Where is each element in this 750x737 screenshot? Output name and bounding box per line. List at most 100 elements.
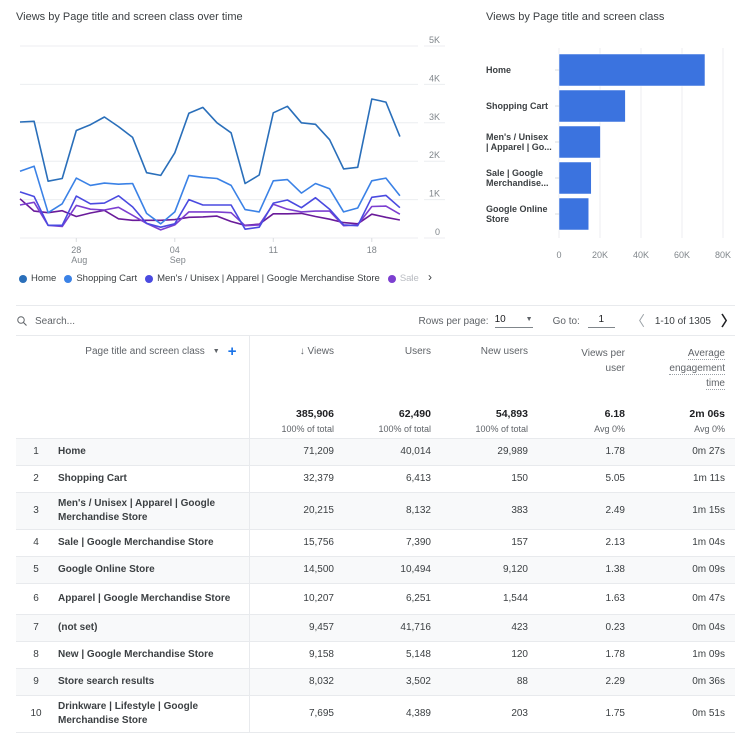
row-name[interactable]: Sale | Google Merchandise Store xyxy=(56,529,250,557)
row-index: 9 xyxy=(16,668,56,696)
legend-next-button[interactable]: › xyxy=(428,270,432,284)
total-cell: 385,906 100% of total xyxy=(249,402,344,439)
row-name[interactable]: Google Online Store xyxy=(56,556,250,584)
rows-per-page-value: 10 xyxy=(494,314,506,325)
new-users-cell: 150 xyxy=(441,465,538,493)
column-header-views[interactable]: ↓ Views xyxy=(249,336,344,402)
goto-input[interactable]: 1 xyxy=(587,314,615,328)
category-label: | Apparel | Go... xyxy=(486,142,552,152)
divider xyxy=(16,305,735,306)
x-tick-label: 80K xyxy=(715,250,731,260)
avg-engagement-time-cell: 0m 09s xyxy=(635,556,735,584)
series-line-home[interactable] xyxy=(19,98,401,185)
avg-engagement-time-cell: 1m 11s xyxy=(635,465,735,493)
search-input[interactable] xyxy=(35,315,235,327)
avg-engagement-time-cell: 1m 15s xyxy=(635,492,735,530)
users-cell: 8,132 xyxy=(344,492,441,530)
views-per-user-cell: 2.49 xyxy=(538,492,635,530)
next-page-button[interactable]: 〉 xyxy=(721,311,735,331)
views-cell: 32,379 xyxy=(249,465,344,493)
legend-label: Home xyxy=(31,273,57,284)
search-box[interactable] xyxy=(16,315,419,327)
column-label: ↓ Views xyxy=(299,346,334,357)
x-tick-label: 20K xyxy=(592,250,608,260)
prev-page-button[interactable]: 〈 xyxy=(631,311,645,331)
table-row[interactable]: 6 Apparel | Google Merchandise Store 10,20… xyxy=(16,583,735,615)
search-icon xyxy=(17,316,27,326)
y-tick-label: 4K xyxy=(429,73,440,83)
x-tick-label: 11 xyxy=(269,245,278,255)
category-label: Home xyxy=(486,65,511,75)
table-row[interactable]: 4 Sale | Google Merchandise Store 15,756 7,… xyxy=(16,529,735,557)
legend-prev-button[interactable]: ‹ xyxy=(409,270,413,284)
column-label: Average engagement time xyxy=(669,348,725,390)
column-label: New users xyxy=(480,346,528,357)
new-users-cell: 203 xyxy=(441,695,538,733)
bar[interactable] xyxy=(558,53,706,87)
table-row[interactable]: 5 Google Online Store 14,500 10,494 9,120 1.3… xyxy=(16,556,735,584)
row-name[interactable]: New | Google Merchandise Store xyxy=(56,641,250,669)
legend-item[interactable]: Sale | G xyxy=(387,273,419,284)
legend-item[interactable]: Shopping Cart xyxy=(64,273,137,284)
avg-engagement-time-cell: 0m 47s xyxy=(635,583,735,615)
bar[interactable] xyxy=(558,125,601,159)
row-name[interactable]: Home xyxy=(56,438,250,466)
row-index: 5 xyxy=(16,556,56,584)
total-cell: 54,893 100% of total xyxy=(441,402,538,439)
legend-label: Shopping Cart xyxy=(76,273,138,284)
rows-per-page-select[interactable]: 10 ▼ xyxy=(494,314,533,328)
row-name[interactable]: Store search results xyxy=(56,668,250,696)
caret-down-icon: ▼ xyxy=(525,316,533,323)
row-name[interactable]: Shopping Cart xyxy=(56,465,250,493)
bar[interactable] xyxy=(558,161,592,195)
x-tick-label: 0 xyxy=(556,250,561,260)
views-per-user-cell: 0.23 xyxy=(538,614,635,642)
table-row[interactable]: 2 Shopping Cart 32,379 6,413 150 5.05 1m 11s xyxy=(16,465,735,493)
new-users-cell: 1,544 xyxy=(441,583,538,615)
new-users-cell: 120 xyxy=(441,641,538,669)
caret-down-icon[interactable]: ▼ xyxy=(213,348,220,355)
avg-engagement-time-cell: 1m 04s xyxy=(635,529,735,557)
column-label: Views per user xyxy=(581,348,625,374)
column-header-views-per-user[interactable]: Views per user xyxy=(538,336,635,402)
category-label: Sale | Google xyxy=(486,168,543,178)
add-dimension-icon[interactable]: + xyxy=(228,344,237,359)
table-row[interactable]: 1 Home 71,209 40,014 29,989 1.78 0m 27s xyxy=(16,438,735,466)
views-per-user-cell: 1.63 xyxy=(538,583,635,615)
table-header-row: Page title and screen class ▼ + ↓ Views … xyxy=(16,336,735,402)
legend-dot-icon xyxy=(19,274,27,283)
views-cell: 14,500 xyxy=(249,556,344,584)
legend-label: Men's / Unisex | Apparel | Google Mercha… xyxy=(157,273,380,284)
row-name[interactable]: Drinkware | Lifestyle | Google Merchandi… xyxy=(56,695,250,733)
row-name[interactable]: (not set) xyxy=(56,614,250,642)
avg-engagement-time-cell: 0m 51s xyxy=(635,695,735,733)
x-tick-label: 18 xyxy=(367,245,377,255)
dimension-header[interactable]: Page title and screen class ▼ + xyxy=(16,336,250,402)
legend-item[interactable]: Men's / Unisex | Apparel | Google Mercha… xyxy=(145,273,380,284)
column-header-new-users[interactable]: New users xyxy=(441,336,538,402)
row-index: 7 xyxy=(16,614,56,642)
column-header-avg-engagement-time[interactable]: Average engagement time xyxy=(635,336,735,402)
row-name[interactable]: Apparel | Google Merchandise Store xyxy=(56,583,250,615)
new-users-cell: 423 xyxy=(441,614,538,642)
table-row[interactable]: 10 Drinkware | Lifestyle | Google Merchan… xyxy=(16,695,735,733)
bar[interactable] xyxy=(558,197,589,231)
table-row[interactable]: 8 New | Google Merchandise Store 9,158 5,14… xyxy=(16,641,735,669)
views-cell: 9,457 xyxy=(249,614,344,642)
avg-engagement-time-cell: 1m 09s xyxy=(635,641,735,669)
table-row[interactable]: 7 (not set) 9,457 41,716 423 0.23 0m 04s xyxy=(16,614,735,642)
users-cell: 41,716 xyxy=(344,614,441,642)
views-cell: 8,032 xyxy=(249,668,344,696)
users-cell: 6,413 xyxy=(344,465,441,493)
table-row[interactable]: 3 Men's / Unisex | Apparel | Google Merch… xyxy=(16,492,735,530)
new-users-cell: 157 xyxy=(441,529,538,557)
column-header-users[interactable]: Users xyxy=(344,336,441,402)
bar[interactable] xyxy=(558,89,626,123)
category-label: Men's / Unisex xyxy=(486,132,548,142)
legend-item[interactable]: Home xyxy=(19,273,56,284)
row-index: 10 xyxy=(16,695,56,733)
views-per-user-cell: 1.38 xyxy=(538,556,635,584)
table-row[interactable]: 9 Store search results 8,032 3,502 88 2.29 0m … xyxy=(16,668,735,696)
row-name[interactable]: Men's / Unisex | Apparel | Google Mercha… xyxy=(56,492,250,530)
series-line-shopping-cart[interactable] xyxy=(19,165,401,225)
